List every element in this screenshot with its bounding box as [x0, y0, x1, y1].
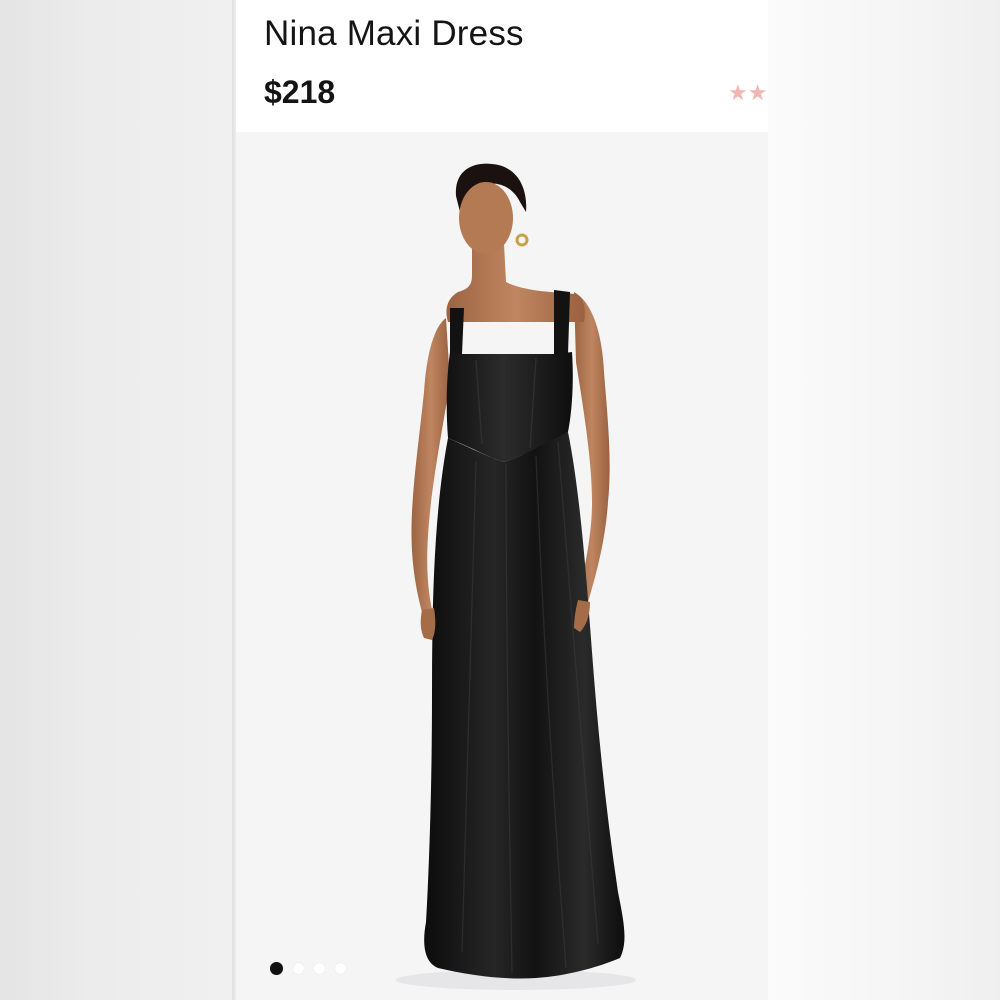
pagination-dot-1[interactable]: [270, 961, 283, 975]
product-image[interactable]: [236, 132, 768, 1000]
pagination-dot-2[interactable]: [293, 962, 304, 974]
star-icon: ★: [747, 80, 768, 105]
page: Nina Maxi Dress $218 ★★: [0, 0, 1000, 1000]
rating-stars[interactable]: ★★: [728, 80, 768, 106]
model-face: [459, 182, 513, 254]
product-header: Nina Maxi Dress $218 ★★: [236, 0, 768, 132]
pagination-dot-4[interactable]: [335, 962, 346, 974]
left-blurred-panel: [0, 0, 232, 1000]
right-blurred-panel: [768, 0, 1000, 1000]
model-earring: [515, 233, 529, 247]
dress-left-strap: [450, 308, 464, 358]
product-title[interactable]: Nina Maxi Dress: [264, 14, 524, 54]
product-card: Nina Maxi Dress $218 ★★: [236, 0, 768, 1000]
model-left-hand: [420, 608, 436, 640]
product-price: $218: [264, 74, 336, 110]
gallery-pagination: [270, 961, 346, 975]
pagination-dot-3[interactable]: [314, 962, 325, 974]
star-icon: ★: [728, 80, 748, 105]
model-photo: [396, 163, 636, 990]
dress-right-strap: [554, 290, 570, 354]
